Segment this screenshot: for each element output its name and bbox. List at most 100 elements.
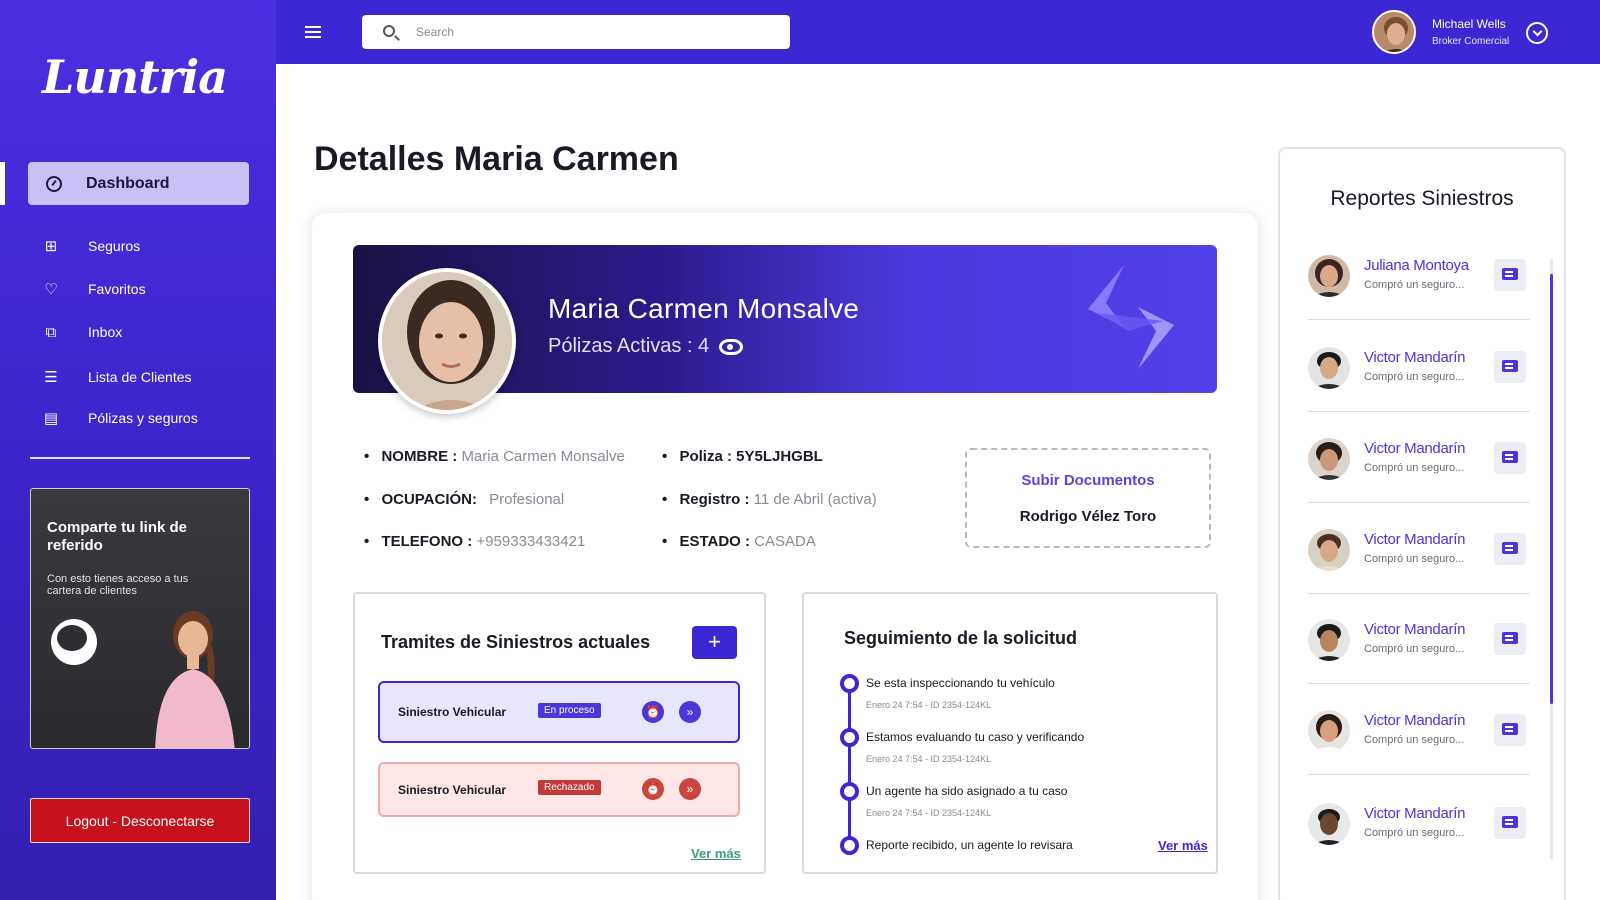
chat-icon[interactable] [1494,533,1526,565]
chevrons-right-icon[interactable]: » [679,778,701,800]
tracking-panel: Seguimiento de la solicitud Se esta insp… [802,592,1218,874]
timeline-step-meta: Enero 24 7:54 - ID 2354-124KL [866,700,992,710]
avatar [1308,438,1350,480]
info-ocupacion: OCUPACIÓN: Profesional [364,491,564,508]
info-value: 5Y5LJHGBL [736,448,823,465]
tracking-see-more-link[interactable]: Ver más [1158,838,1208,853]
user-role: Broker Comercial [1432,36,1510,47]
report-item[interactable]: Victor Mandarín Compró un seguro... [1308,704,1530,776]
chat-icon[interactable] [1494,442,1526,474]
alarm-icon[interactable]: ⏰ [642,701,664,723]
report-name: Victor Mandarín [1364,805,1466,822]
report-item[interactable]: Juliana Montoya Compró un seguro... [1308,249,1530,321]
info-label: ESTADO : [679,533,750,550]
avatar [1308,710,1350,752]
reports-title: Reportes Siniestros [1330,187,1514,210]
search-input[interactable] [416,23,776,41]
info-label: Poliza : [679,448,732,465]
brand-mark-icon [51,619,97,665]
report-item[interactable]: Victor Mandarín Compró un seguro... [1308,613,1530,685]
scrollbar-thumb[interactable] [1550,274,1553,704]
sidebar: Luntria Dashboard ⊞ Seguros ♡ Favoritos … [0,0,276,900]
report-desc: Compró un seguro... [1364,371,1465,383]
claims-panel: Tramites de Siniestros actuales + Sinies… [353,592,766,874]
sidebar-item-label: Seguros [88,238,141,254]
chevron-down-icon[interactable] [1526,22,1548,44]
divider [1308,774,1530,775]
report-item[interactable]: Victor Mandarín Compró un seguro... [1308,523,1530,595]
grid-icon: ⊞ [44,238,58,255]
info-poliza: Poliza : 5Y5LJHGBL [662,448,823,465]
sidebar-item-label: Inbox [88,324,123,340]
claims-see-more-link[interactable]: Ver más [691,846,741,861]
timeline-step-meta: Enero 24 7:54 - ID 2354-124KL [866,808,992,818]
chat-icon[interactable] [1494,807,1526,839]
report-name: Victor Mandarín [1364,531,1466,548]
sidebar-divider [30,457,250,459]
logout-button[interactable]: Logout - Desconectarse [30,798,250,843]
report-item[interactable]: Victor Mandarín Compró un seguro... [1308,341,1530,413]
divider [1308,683,1530,684]
chat-icon[interactable] [1494,623,1526,655]
chevrons-right-icon[interactable]: » [679,701,701,723]
timeline-step-text: Un agente ha sido asignado a tu caso [866,784,1068,798]
divider [1308,593,1530,594]
sidebar-item-label: Favoritos [88,281,146,297]
report-name: Victor Mandarín [1364,349,1466,366]
promo-woman-illustration [155,611,235,748]
sidebar-item-polizas[interactable]: ▤ Pólizas y seguros [42,407,198,429]
dashboard-icon [46,175,62,192]
report-item[interactable]: Victor Mandarín Compró un seguro... [1308,797,1530,869]
brand-logo-icon [1088,265,1174,369]
info-label: TELEFONO : [381,533,473,550]
timeline-step-text: Estamos evaluando tu caso y verificando [866,730,1085,744]
chat-icon[interactable] [1494,351,1526,383]
report-desc: Compró un seguro... [1364,553,1465,565]
timeline-dot [840,836,859,855]
menu-icon[interactable] [305,26,321,38]
sidebar-item-label: Pólizas y seguros [88,410,198,426]
timeline-line [848,682,851,844]
chat-icon[interactable] [1494,714,1526,746]
report-name: Victor Mandarín [1364,712,1466,729]
avatar [1308,347,1350,389]
info-label: OCUPACIÓN: [381,491,477,508]
upload-documents-link[interactable]: Subir Documentos [967,472,1209,489]
search-bar [362,15,790,49]
timeline-step-meta: Enero 24 7:54 - ID 2354-124KL [866,754,992,764]
timeline-step-text: Se esta inspeccionando tu vehículo [866,676,1055,690]
info-estado: ESTADO : CASADA [662,533,815,550]
sidebar-item-label: Dashboard [86,174,170,192]
user-avatar[interactable] [1372,10,1416,54]
chat-icon[interactable] [1494,259,1526,291]
info-label: NOMBRE : [381,448,458,465]
app-logo[interactable]: Luntria [42,50,228,104]
sidebar-item-favoritos[interactable]: ♡ Favoritos [42,278,146,300]
sidebar-item-dashboard[interactable]: Dashboard [28,162,249,205]
heart-icon: ♡ [44,281,58,298]
alarm-icon[interactable]: ⏰ [642,778,664,800]
add-claim-button[interactable]: + [692,626,737,659]
avatar [1308,803,1350,845]
promo-title: Comparte tu link de referido [47,519,188,554]
page-title: Detalles Maria Carmen [314,140,679,178]
claim-title: Siniestro Vehicular [398,705,507,719]
report-name: Victor Mandarín [1364,440,1466,457]
sidebar-item-label: Lista de Clientes [88,369,192,385]
status-badge: En proceso [538,703,601,718]
sidebar-item-inbox[interactable]: ⧉ Inbox [42,321,123,343]
referral-promo-card[interactable]: Comparte tu link de referido Con esto ti… [30,488,250,749]
claims-reports-panel: Reportes Siniestros Juliana Montoya Comp… [1278,147,1566,900]
claim-row[interactable]: Siniestro Vehicular Rechazado ⏰ » [378,762,740,817]
promo-text: Con esto tienes acceso a tus cartera de … [47,573,189,597]
eye-icon[interactable] [719,338,744,355]
claim-row[interactable]: Siniestro Vehicular En proceso ⏰ » [378,681,740,743]
user-name: Michael Wells [1432,17,1506,31]
client-name: Maria Carmen Monsalve [548,293,860,324]
upload-documents-box[interactable]: Subir Documentos Rodrigo Vélez Toro [965,448,1211,548]
avatar [1308,619,1350,661]
claims-title: Tramites de Siniestros actuales [381,632,651,652]
sidebar-item-seguros[interactable]: ⊞ Seguros [42,235,140,257]
sidebar-item-lista-clientes[interactable]: ☰ Lista de Clientes [42,366,192,388]
report-item[interactable]: Victor Mandarín Compró un seguro... [1308,432,1530,504]
